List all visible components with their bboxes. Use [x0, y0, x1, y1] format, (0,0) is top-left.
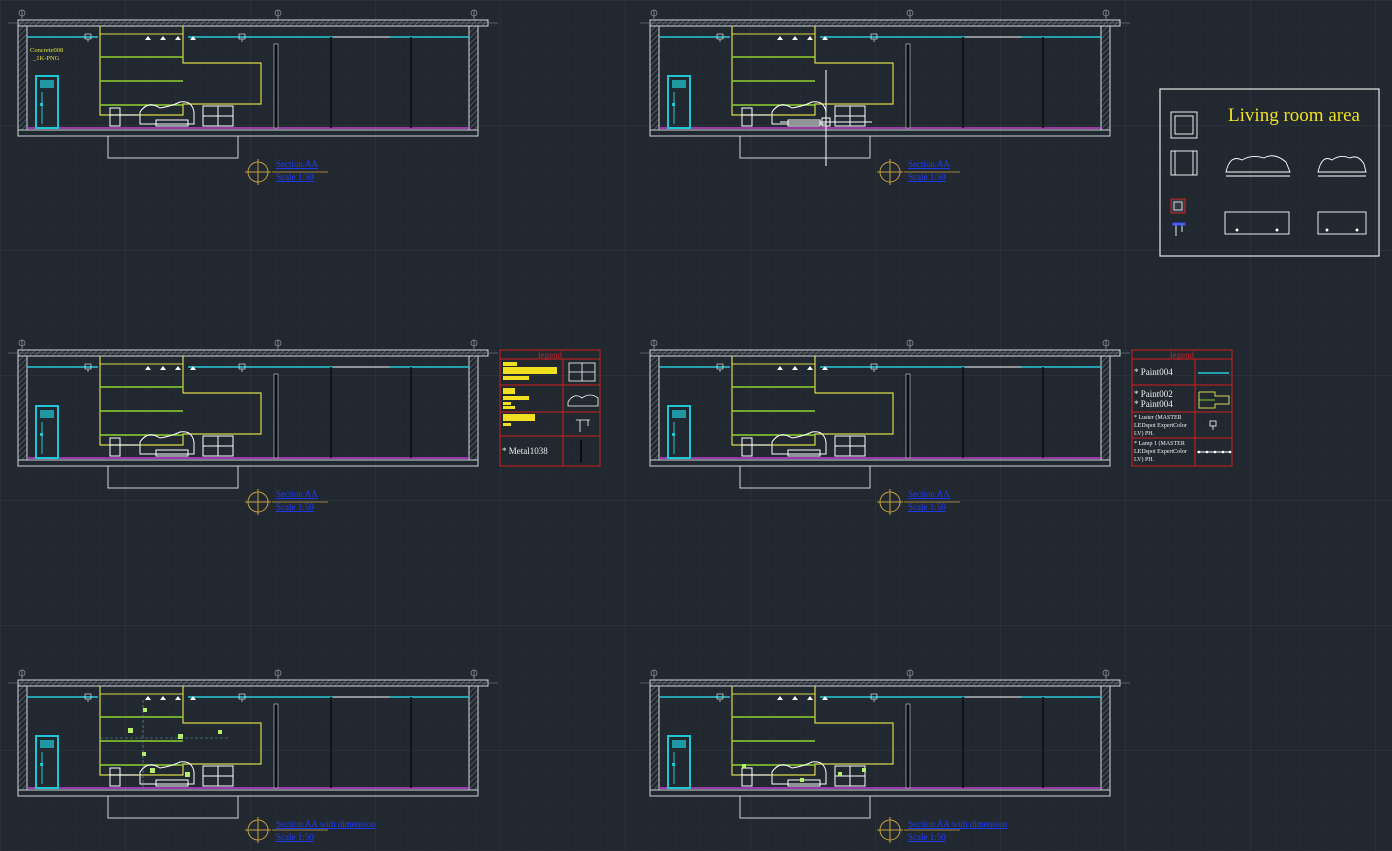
section-scale: Scale 1:50: [276, 172, 314, 182]
legend-paint-label: * Paint002: [1134, 389, 1173, 399]
legend-title: legend: [538, 350, 562, 360]
legend-title: legend: [1170, 350, 1194, 360]
section-scale: Scale 1:50: [908, 502, 946, 512]
legend-luster-label: LV) PH.: [1134, 430, 1155, 437]
legend-lamp-label: LEDspot ExpertColor: [1134, 449, 1187, 455]
material-note-line1: Concrete008: [30, 47, 63, 54]
cad-drawing-canvas[interactable]: Concrete008 _1K-PNG Section AA Scale 1:5…: [0, 0, 1392, 851]
section-title: Section AA with dimension: [908, 819, 1008, 829]
legend-lamp-label: LV) PH.: [1134, 456, 1155, 463]
panel-title: Living room area: [1228, 105, 1360, 126]
section-title: Section AA: [908, 489, 950, 499]
legend-lamp-label: * Lamp 1 (MASTER: [1134, 440, 1185, 447]
section-scale: Scale 1:50: [908, 832, 946, 842]
legend-material-label: * Metal1038: [502, 446, 548, 456]
legend-luster-label: LEDspot ExpertColor: [1134, 423, 1187, 429]
legend-luster-label: * Luster (MASTER: [1134, 414, 1182, 421]
legend-paint-label: * Paint004: [1134, 399, 1173, 409]
section-scale: Scale 1:50: [276, 502, 314, 512]
section-title: Section AA: [908, 159, 950, 169]
material-note-line2: _1K-PNG: [32, 55, 60, 62]
section-scale: Scale 1:50: [908, 172, 946, 182]
legend-paint-label: * Paint004: [1134, 367, 1173, 377]
section-title: Section AA with dimension: [276, 819, 376, 829]
section-title: Section AA: [276, 159, 318, 169]
section-title: Section AA: [276, 489, 318, 499]
section-scale: Scale 1:50: [276, 832, 314, 842]
